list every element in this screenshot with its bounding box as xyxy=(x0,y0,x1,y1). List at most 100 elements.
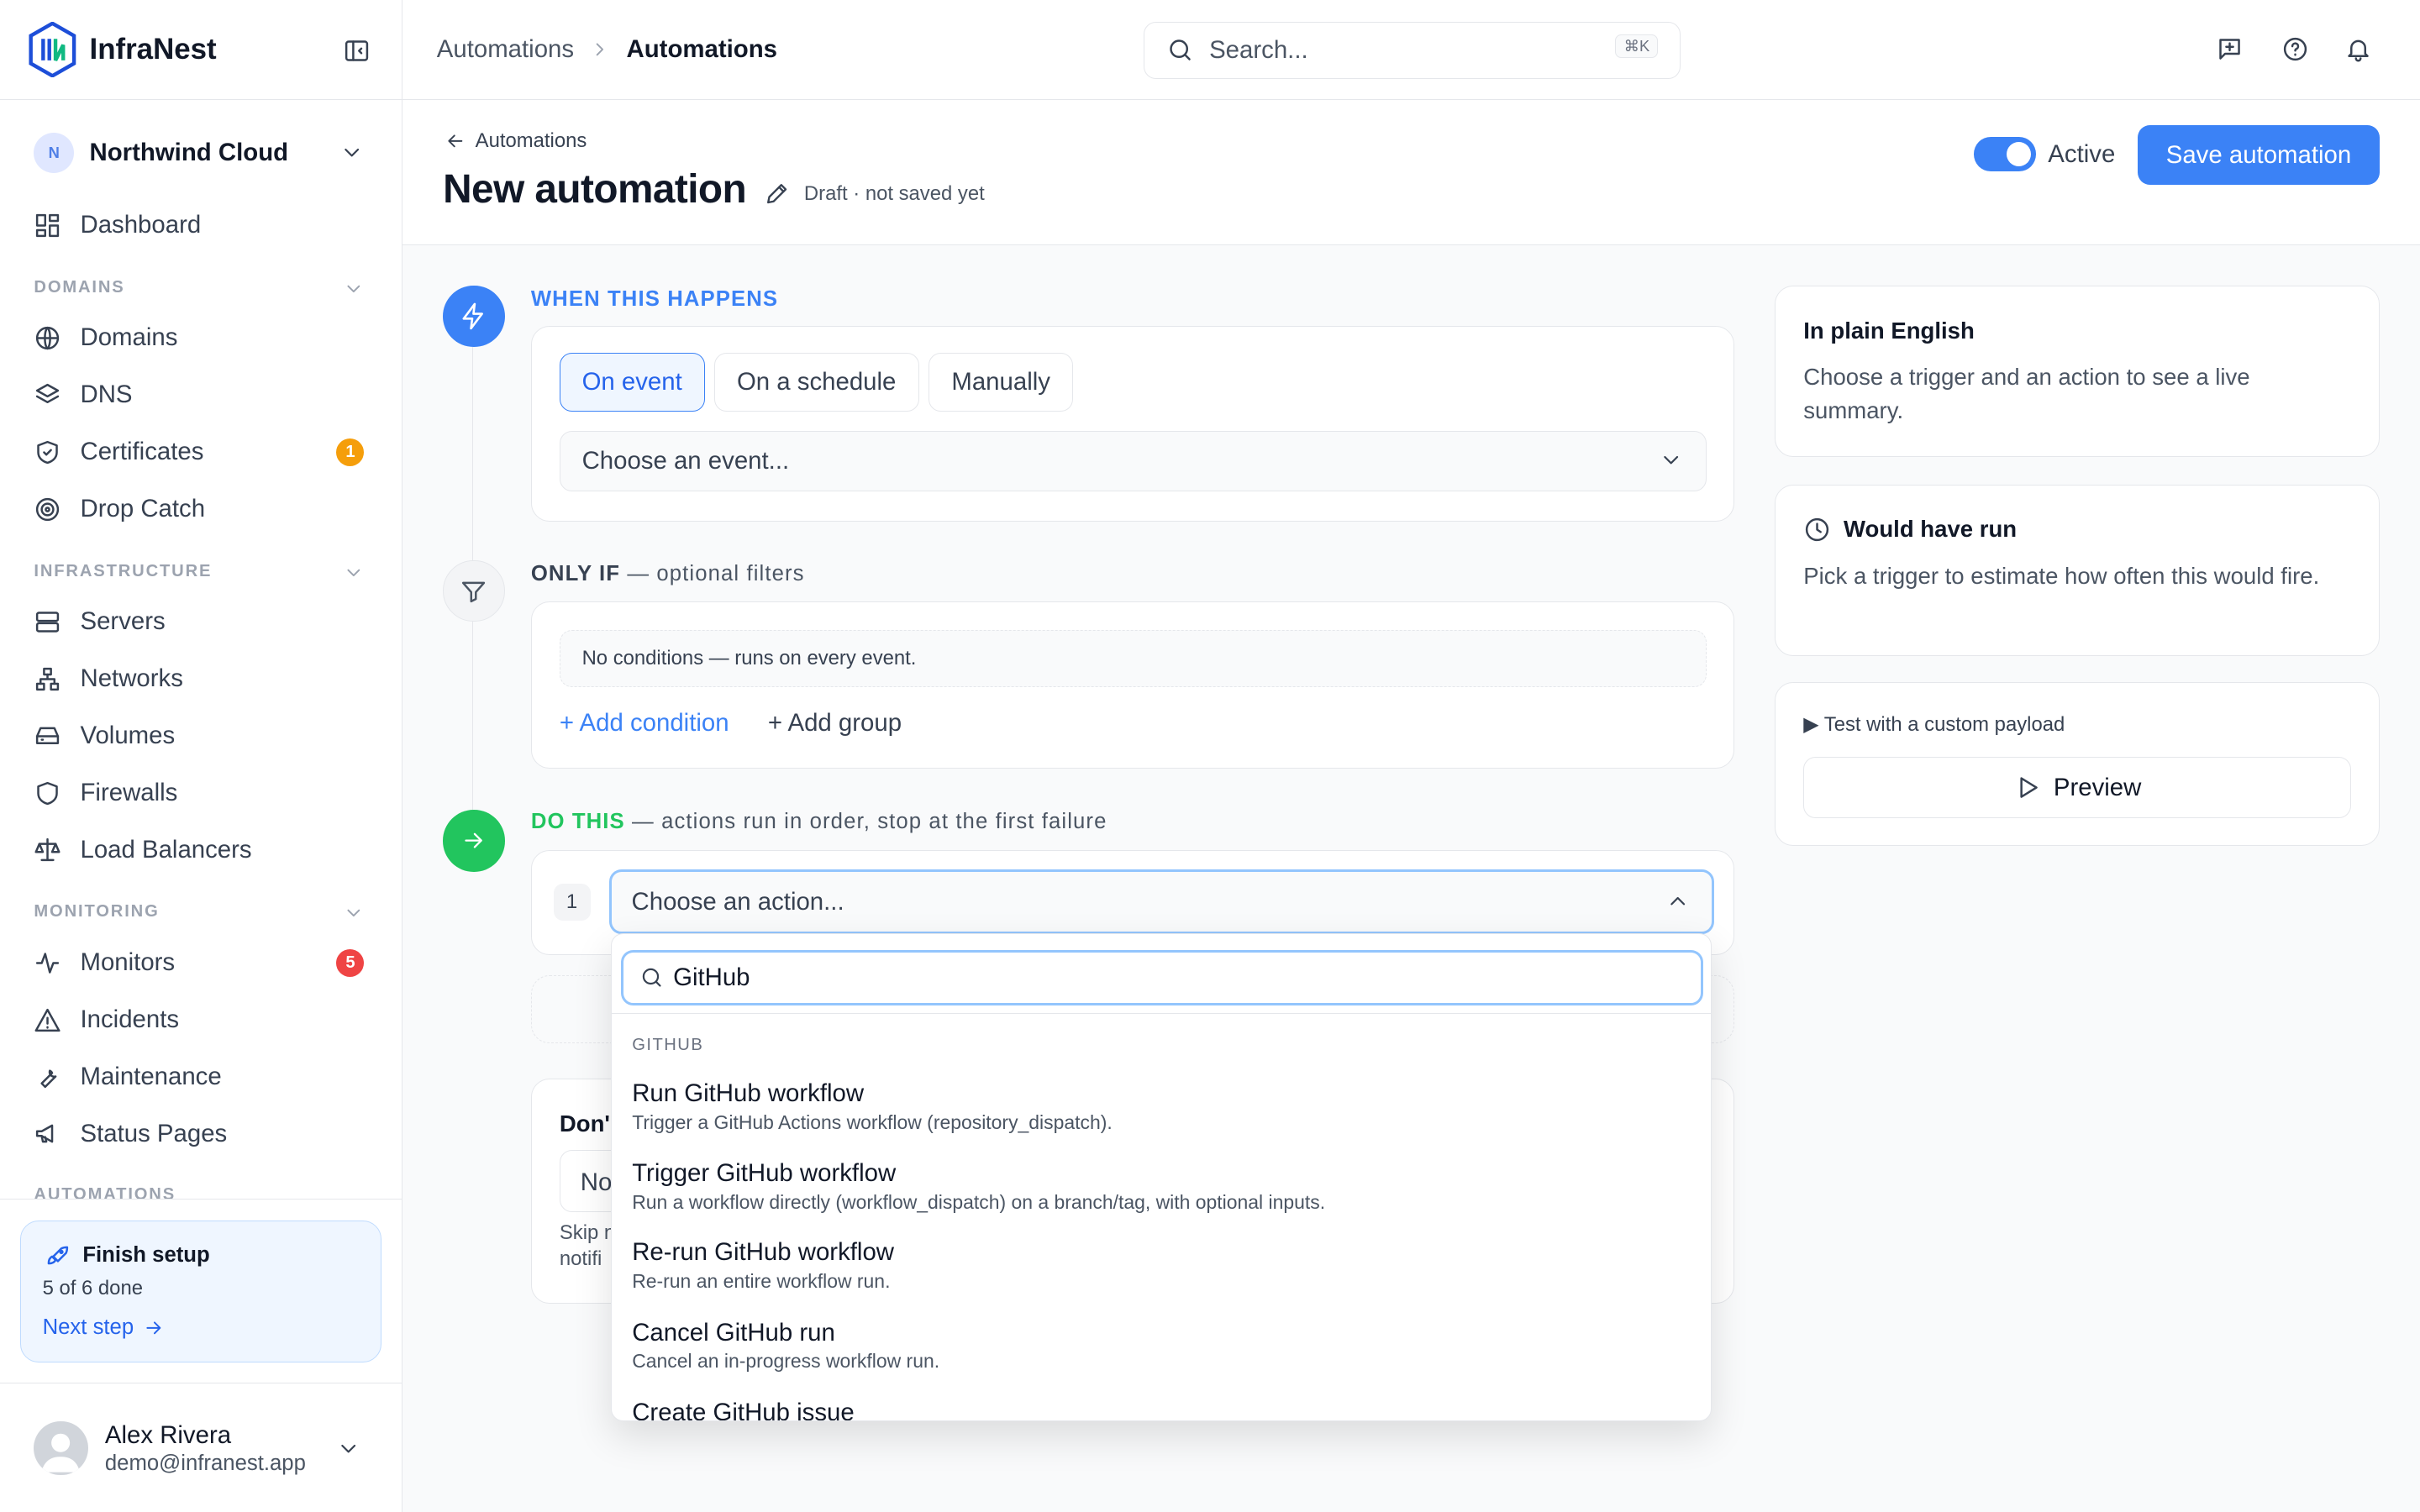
sidebar-collapse-icon[interactable] xyxy=(343,37,371,65)
clock-icon xyxy=(1803,516,1831,543)
sidebar-item-label: Volumes xyxy=(80,722,176,750)
card-title: Would have run xyxy=(1844,516,2018,543)
filter-step-icon xyxy=(443,559,505,622)
sidebar-item-label: Monitors xyxy=(80,948,176,977)
page-header: Automations New automation Draft · not s… xyxy=(402,100,2420,246)
option-rerun-github-workflow[interactable]: Re-run GitHub workflow Re-run an entire w… xyxy=(632,1238,894,1293)
back-link[interactable]: Automations xyxy=(445,129,587,153)
sidebar-item-label: Drop Catch xyxy=(80,495,206,523)
setup-progress: 5 of 6 done xyxy=(42,1276,143,1299)
sidebar-item-label: Incidents xyxy=(80,1005,180,1034)
sidebar-item-servers[interactable]: Servers xyxy=(34,600,370,643)
sidebar-item-status-pages[interactable]: Status Pages xyxy=(34,1112,370,1155)
chevron-down-icon xyxy=(336,1436,360,1461)
brand[interactable]: InfraNest xyxy=(28,21,217,77)
network-icon xyxy=(34,665,61,693)
sidebar-item-certificates[interactable]: Certificates 1 xyxy=(34,430,370,473)
add-group-button[interactable]: + Add group xyxy=(768,709,902,738)
sidebar-item-label: Dashboard xyxy=(80,211,202,239)
activity-icon xyxy=(34,949,61,977)
chevron-right-icon xyxy=(589,39,611,60)
sidebar-item-volumes[interactable]: Volumes xyxy=(34,714,370,757)
bell-icon[interactable] xyxy=(2344,35,2372,63)
sidebar-item-monitors[interactable]: Monitors 5 xyxy=(34,941,370,984)
hard-drive-icon xyxy=(34,722,61,750)
workspace-switcher[interactable]: N Northwind Cloud xyxy=(34,132,373,173)
shield-check-icon xyxy=(34,438,61,466)
test-payload-card: ▶ Test with a custom payload Preview xyxy=(1775,681,2381,846)
section-domains[interactable]: DOMAINS xyxy=(34,278,370,297)
search-shortcut: ⌘K xyxy=(1615,34,1659,59)
chevron-down-icon xyxy=(1659,448,1683,472)
action-dropdown: GitHub GITHUB Run GitHub workflow Trigger… xyxy=(611,933,1712,1421)
tab-manually[interactable]: Manually xyxy=(928,352,1074,412)
sidebar-item-dns[interactable]: DNS xyxy=(34,373,370,416)
sidebar-item-firewalls[interactable]: Firewalls xyxy=(34,771,370,814)
filters-label: ONLY IF — optional filters xyxy=(530,561,805,585)
chevron-down-icon xyxy=(343,902,365,924)
trigger-label: WHEN THIS HAPPENS xyxy=(530,286,779,311)
sidebar-item-label: Firewalls xyxy=(80,779,178,807)
add-condition-button[interactable]: + Add condition xyxy=(560,709,729,738)
section-infrastructure[interactable]: INFRASTRUCTURE xyxy=(34,562,370,581)
chevron-down-icon xyxy=(343,278,365,300)
tab-on-event[interactable]: On event xyxy=(559,352,705,412)
help-icon[interactable] xyxy=(2281,35,2309,63)
finish-setup-card[interactable]: Finish setup 5 of 6 done Next step xyxy=(19,1220,381,1362)
search-placeholder: Search... xyxy=(1209,35,1308,64)
next-step-link[interactable]: Next step xyxy=(43,1315,165,1340)
globe-icon xyxy=(34,324,61,352)
avatar xyxy=(34,1420,88,1475)
action-select[interactable]: Choose an action... xyxy=(608,869,1714,935)
sidebar-item-domains[interactable]: Domains xyxy=(34,317,370,360)
brand-name: InfraNest xyxy=(89,32,217,66)
section-monitoring[interactable]: MONITORING xyxy=(34,902,370,921)
workspace-name: Northwind Cloud xyxy=(89,138,289,166)
sidebar-item-label: Certificates xyxy=(80,438,204,466)
preview-button[interactable]: Preview xyxy=(1803,756,2352,819)
option-run-github-workflow[interactable]: Run GitHub workflow Trigger a GitHub Acti… xyxy=(632,1079,1113,1134)
workspace-avatar: N xyxy=(34,132,75,173)
sidebar-item-incidents[interactable]: Incidents xyxy=(34,998,370,1041)
sidebar: InfraNest N Northwind Cloud Dashboard DO… xyxy=(0,0,403,1512)
filters-card: No conditions — runs on every event. + A… xyxy=(530,601,1735,769)
alert-triangle-icon xyxy=(34,1006,61,1034)
helper-text: Skip n xyxy=(559,1221,616,1244)
breadcrumb: Automations Automations xyxy=(437,35,777,64)
option-trigger-github-workflow[interactable]: Trigger GitHub workflow Run a workflow di… xyxy=(632,1159,1325,1214)
shield-icon xyxy=(34,780,61,807)
user-menu[interactable]: Alex Rivera demo@infranest.app xyxy=(34,1420,370,1477)
active-toggle[interactable] xyxy=(1974,137,2036,171)
option-cancel-github-run[interactable]: Cancel GitHub run Cancel an in-progress w… xyxy=(632,1319,939,1373)
pencil-icon[interactable] xyxy=(764,181,790,207)
action-search-input[interactable]: GitHub xyxy=(621,949,1703,1005)
chevron-up-icon xyxy=(1665,889,1690,913)
sidebar-item-load-balancers[interactable]: Load Balancers xyxy=(34,828,370,871)
helper-text: notifi xyxy=(559,1247,602,1271)
chevron-down-icon xyxy=(339,140,364,165)
sidebar-item-label: Maintenance xyxy=(80,1063,222,1090)
option-create-github-issue[interactable]: Create GitHub issue xyxy=(632,1399,855,1420)
search-icon xyxy=(1166,36,1194,64)
sidebar-item-networks[interactable]: Networks xyxy=(34,657,370,700)
server-icon xyxy=(34,608,61,636)
breadcrumb-current: Automations xyxy=(626,35,778,64)
sidebar-item-dashboard[interactable]: Dashboard xyxy=(34,203,370,246)
wrench-icon xyxy=(34,1063,61,1090)
sidebar-item-drop-catch[interactable]: Drop Catch xyxy=(34,487,370,530)
search-input[interactable]: Search... ⌘K xyxy=(1143,21,1681,79)
sidebar-item-maintenance[interactable]: Maintenance xyxy=(34,1055,370,1098)
chevron-down-icon xyxy=(343,562,365,584)
test-payload-toggle[interactable]: ▶ Test with a custom payload xyxy=(1803,712,2065,737)
event-select[interactable]: Choose an event... xyxy=(559,431,1707,492)
tab-on-schedule[interactable]: On a schedule xyxy=(713,352,919,412)
breadcrumb-link[interactable]: Automations xyxy=(437,35,574,64)
section-automations[interactable]: AUTOMATIONS xyxy=(34,1185,370,1200)
trigger-step-icon xyxy=(443,285,505,348)
save-automation-button[interactable]: Save automation xyxy=(2137,124,2381,186)
feedback-icon[interactable] xyxy=(2216,35,2244,63)
card-text: Choose a trigger and an action to see a … xyxy=(1803,363,2250,424)
actions-label: DO THIS — actions run in order, stop at … xyxy=(530,810,1107,834)
arrow-right-icon xyxy=(146,1320,161,1334)
dashboard-icon xyxy=(34,212,61,239)
